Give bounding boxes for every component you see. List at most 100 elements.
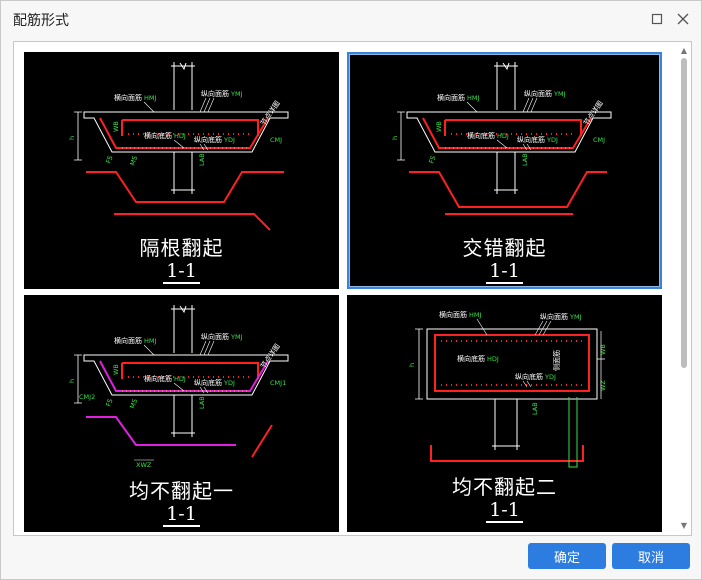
label-bot-trans-code: HDJ (487, 355, 499, 363)
label-top-trans: 横向面筋 (439, 310, 467, 319)
label-box (568, 397, 578, 468)
label-bot-trans: 横向底筋 (144, 374, 172, 383)
ok-button[interactable]: 确定 (528, 543, 606, 569)
close-button[interactable] (671, 7, 695, 31)
detail-rebar-1 (86, 416, 236, 446)
label-side: CMJ (593, 136, 605, 144)
label-side: CMJ1 (270, 379, 286, 387)
top-rebar (121, 119, 259, 136)
cancel-button[interactable]: 取消 (612, 543, 690, 569)
label-fs: FS (104, 155, 114, 165)
option-gallery: h 横向面筋 HMJ 纵向面筋 YMJ 横向底筋 HDJ 纵向底筋 YDJ CMJ 节点详图 WB LA… (13, 41, 692, 536)
label-top-long: 纵向面筋 (524, 89, 552, 98)
label-extra: WZ (599, 380, 607, 391)
label-anchor: 节点详图 (258, 342, 281, 370)
label-bot-long: 纵向底筋 (517, 135, 545, 144)
label-top-trans-code: HMJ (469, 311, 481, 319)
option-junbu2[interactable]: h 横向面筋 HMJ 纵向面筋 YMJ 横向底筋 HDJ 纵向底筋 YDJ 侧面筋 WB WZ LAB 均… (347, 295, 662, 532)
pile-outline (494, 152, 518, 194)
label-anchor: 节点详图 (581, 99, 604, 127)
label-lab: LAB (198, 153, 206, 166)
label-bot-long-code: YDJ (223, 136, 235, 144)
label-top-long-code: YMJ (230, 333, 243, 341)
label-top-long-code: YMJ (553, 90, 566, 98)
label-side: 侧面筋 (552, 350, 561, 371)
option-geli[interactable]: h 横向面筋 HMJ 纵向面筋 YMJ 横向底筋 HDJ 纵向底筋 YDJ CMJ 节点详图 WB LA… (24, 52, 339, 289)
label-wb: WB (435, 121, 443, 132)
label-anchor: 节点详图 (258, 99, 281, 127)
label-bot-long-code: YDJ (544, 373, 556, 381)
label-top-long-code: YMJ (569, 313, 582, 321)
label-top-trans: 横向面筋 (114, 336, 142, 345)
pile-outline (492, 399, 520, 450)
label-bot-long-code: YDJ (223, 379, 235, 387)
label-top-trans: 横向面筋 (437, 93, 465, 102)
label-h: h (408, 363, 416, 367)
column-outline (171, 62, 195, 110)
close-icon (677, 13, 689, 25)
footing-outline (426, 328, 598, 400)
rebar-cage (434, 334, 590, 392)
label-wb: WB (112, 364, 120, 375)
scroll-thumb[interactable] (681, 58, 687, 368)
section-label: 1-1 (24, 260, 339, 284)
pile-outline (171, 152, 195, 194)
dimension-h (415, 328, 423, 400)
label-top-long: 纵向面筋 (540, 312, 568, 321)
label-top-long: 纵向面筋 (201, 89, 229, 98)
label-top-long-code: YMJ (230, 90, 243, 98)
maximize-icon (651, 13, 663, 25)
label-h: h (391, 136, 399, 140)
maximize-button[interactable] (645, 7, 669, 31)
label-bot-trans-code: HDJ (497, 132, 509, 140)
label-wb: WB (599, 344, 607, 355)
dialog-window: 配筋形式 h 横向面筋 HMJ 纵向面筋 YMJ 横向底筋 HDJ 纵向底筋 YDJ CMJ 节点详… (0, 0, 702, 580)
vertical-scrollbar[interactable]: ▲ ▼ (679, 46, 689, 531)
label-bot-trans: 横向底筋 (457, 354, 485, 363)
label-side: CMJ (270, 136, 282, 144)
option-jiaocuo[interactable]: h 横向面筋 HMJ 纵向面筋 YMJ 横向底筋 HDJ 纵向底筋 YDJ CMJ 节点详图 WB LA… (347, 52, 662, 289)
option-caption: 均不翻起一 (129, 479, 234, 503)
label-top-trans-code: HMJ (144, 94, 156, 102)
rebar-dots (441, 340, 583, 386)
top-rebar (121, 362, 259, 379)
label-h: h (68, 379, 76, 383)
label-bot-long: 纵向底筋 (194, 378, 222, 387)
scroll-up-icon[interactable]: ▲ (679, 46, 689, 56)
label-top-trans: 横向面筋 (114, 93, 142, 102)
label-lab: LAB (521, 153, 529, 166)
label-extra: XWZ (136, 461, 152, 469)
detail-rebar (430, 445, 584, 462)
pile-outline (171, 395, 195, 437)
scroll-down-icon[interactable]: ▼ (679, 521, 689, 531)
section-label-text: 1-1 (163, 503, 200, 527)
label-top-long: 纵向面筋 (201, 332, 229, 341)
option-caption: 交错翻起 (462, 236, 547, 260)
option-caption: 隔根翻起 (139, 236, 224, 260)
section-label-text: 1-1 (486, 499, 523, 523)
label-ms: MS (128, 155, 139, 167)
label-lab: LAB (198, 396, 206, 409)
section-label: 1-1 (347, 260, 662, 284)
label-top-trans-code: HMJ (144, 337, 156, 345)
section-label-text: 1-1 (486, 260, 523, 284)
label-bot-trans-code: HDJ (174, 132, 186, 140)
title-bar: 配筋形式 (1, 1, 701, 37)
option-junbu1[interactable]: h 横向面筋 HMJ 纵向面筋 YMJ 横向底筋 HDJ 纵向底筋 YDJ CMJ1 CMJ2 节点详… (24, 295, 339, 532)
detail-rebar-2 (251, 424, 273, 458)
label-bot-long: 纵向底筋 (515, 372, 543, 381)
label-bot-trans: 横向底筋 (467, 131, 495, 140)
detail-rebar-1 (86, 171, 284, 203)
column-outline (171, 305, 195, 353)
label-bot-long: 纵向底筋 (194, 135, 222, 144)
label-wb: WB (112, 121, 120, 132)
label-bot-trans: 横向底筋 (144, 131, 172, 140)
label-fs: FS (104, 398, 114, 408)
option-caption: 均不翻起二 (452, 475, 557, 499)
window-title: 配筋形式 (13, 13, 69, 29)
label-ms: MS (128, 398, 139, 410)
detail-rebar-2 (114, 213, 271, 231)
top-rebar (444, 119, 582, 136)
label-bot-trans-code: HDJ (174, 375, 186, 383)
label-top-trans-code: HMJ (467, 94, 479, 102)
